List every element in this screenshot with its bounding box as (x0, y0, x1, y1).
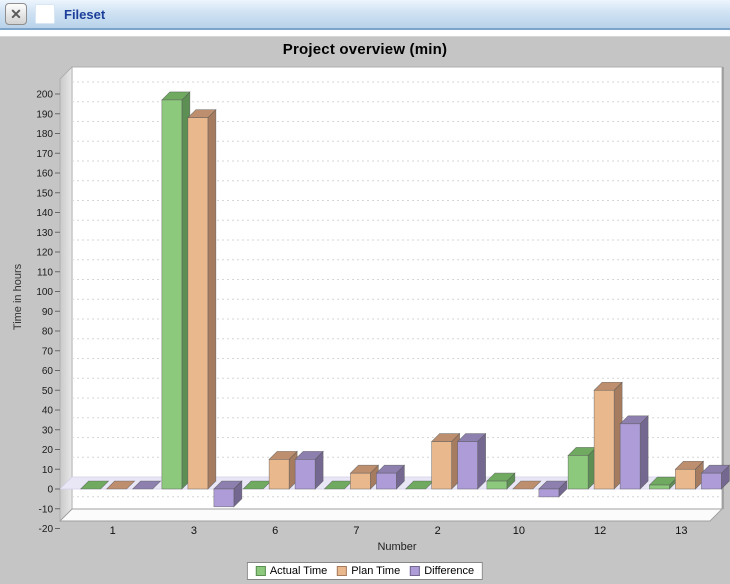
y-tick-label: 150 (36, 188, 53, 199)
bar-actual-time-3 (162, 100, 182, 489)
bar-difference-3 (214, 489, 234, 507)
legend-item: Plan Time (337, 565, 400, 577)
chart-panel: Project overview (min) -20 -10 0 10 20 30 40 50… (0, 36, 730, 584)
legend-swatch (256, 566, 266, 576)
bar-difference-7 (376, 473, 396, 489)
bar-difference-12 (620, 424, 640, 489)
bar-plan-time-13 (675, 469, 695, 489)
x-tick-label: 6 (272, 525, 278, 537)
legend-swatch (337, 566, 347, 576)
titlebar-checkbox[interactable] (35, 4, 55, 24)
y-tick-label: 190 (36, 109, 53, 120)
y-tick-label: 130 (36, 228, 53, 239)
titlebar-title: Fileset (64, 7, 105, 22)
y-tick-label: 140 (36, 208, 53, 219)
y-tick-label: 60 (42, 366, 54, 377)
bar-plan-time-2 (432, 442, 452, 489)
y-tick-label: 160 (36, 169, 53, 180)
legend-label: Plan Time (351, 565, 400, 577)
x-tick-label: 12 (594, 525, 606, 537)
x-tick-label: 10 (513, 525, 525, 537)
close-icon: ✕ (10, 6, 22, 23)
legend-label: Difference (424, 565, 474, 577)
x-tick-label: 2 (435, 525, 441, 537)
bar-difference-2 (458, 442, 478, 489)
y-axis-title: Time in hours (12, 263, 24, 330)
x-tick-label: 7 (353, 525, 359, 537)
x-tick-label: 3 (191, 525, 197, 537)
legend-item: Difference (410, 565, 474, 577)
bar-plan-time-6 (269, 459, 289, 489)
y-tick-label: 40 (42, 406, 54, 417)
y-tick-label: 30 (42, 425, 54, 436)
x-tick-label: 13 (675, 525, 687, 537)
bar-difference-13 (701, 473, 721, 489)
y-tick-label: 90 (42, 307, 54, 318)
bar-plan-time-3-side (208, 110, 216, 489)
chart-plot: -20-100102030405060708090100110120130140… (0, 61, 730, 561)
y-tick-label: 200 (36, 90, 53, 101)
bar-difference-6 (295, 459, 315, 489)
bar-difference-2-side (478, 434, 486, 489)
bar-actual-time-13 (649, 485, 669, 489)
y-tick-label: 10 (42, 465, 54, 476)
y-tick-label: 110 (37, 267, 53, 278)
x-axis-title: Number (377, 541, 416, 553)
y-tick-label: 0 (47, 485, 53, 496)
y-tick-label: 100 (36, 287, 53, 298)
y-tick-label: -20 (39, 524, 54, 535)
chart-legend: Actual Time Plan Time Difference (247, 562, 483, 580)
plot-floor (60, 509, 722, 521)
y-tick-label: 170 (36, 149, 53, 160)
window-titlebar: ✕ Fileset (0, 0, 730, 30)
chart-title: Project overview (min) (0, 37, 730, 61)
bar-difference-10 (539, 489, 559, 497)
bar-difference-12-side (640, 416, 648, 489)
bar-actual-time-12 (568, 455, 588, 489)
x-tick-label: 1 (110, 525, 116, 537)
bar-plan-time-7 (350, 473, 370, 489)
y-tick-label: -10 (39, 504, 54, 515)
bar-plan-time-3 (188, 118, 208, 489)
y-tick-label: 180 (36, 129, 53, 140)
y-tick-label: 50 (42, 386, 54, 397)
bar-actual-time-10 (487, 481, 507, 489)
y-tick-label: 120 (36, 248, 53, 259)
close-button[interactable]: ✕ (5, 3, 27, 25)
legend-swatch (410, 566, 420, 576)
plot-left-wall (60, 67, 72, 521)
bar-plan-time-12 (594, 390, 614, 489)
y-tick-label: 70 (42, 346, 54, 357)
legend-item: Actual Time (256, 565, 327, 577)
legend-label: Actual Time (270, 565, 327, 577)
y-tick-label: 80 (42, 327, 54, 338)
y-tick-label: 20 (42, 445, 54, 456)
